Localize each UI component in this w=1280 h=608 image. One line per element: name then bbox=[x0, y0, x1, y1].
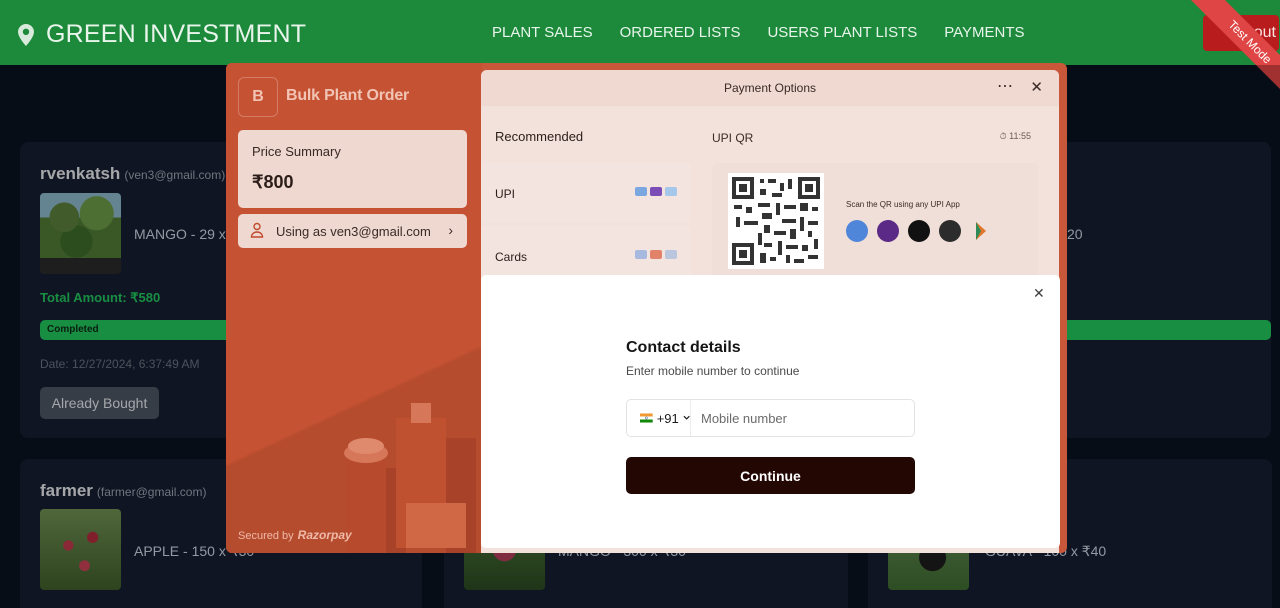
mastercard-icon bbox=[650, 250, 662, 259]
qr-panel: Scan the QR using any UPI App bbox=[712, 163, 1038, 278]
phonepe-icon bbox=[877, 220, 899, 242]
secured-by-label: Secured by bbox=[238, 530, 294, 542]
paytm-icon bbox=[939, 220, 961, 242]
contact-subtitle: Enter mobile number to continue bbox=[626, 364, 800, 378]
bhim-icon bbox=[970, 220, 992, 242]
nav-link-payments[interactable]: PAYMENTS bbox=[944, 24, 1024, 41]
contact-details-dialog: ✕ Contact details Enter mobile number to… bbox=[481, 275, 1060, 548]
nav-links: PLANT SALES ORDERED LISTS USERS PLANT LI… bbox=[492, 24, 1025, 41]
nav-link-users-plant-lists[interactable]: USERS PLANT LISTS bbox=[767, 24, 917, 41]
phone-field: +91 bbox=[626, 399, 915, 437]
qr-timer: ⏱ 11:55 bbox=[1000, 131, 1031, 142]
country-code-select[interactable]: +91 bbox=[627, 400, 691, 436]
bhim-logo-icon bbox=[976, 222, 986, 240]
price-summary-label: Price Summary bbox=[252, 144, 341, 159]
payment-options-header: Payment Options ⋯ ✕ bbox=[481, 70, 1059, 106]
using-as-row[interactable]: Using as ven3@gmail.com › bbox=[238, 214, 467, 248]
more-options-icon[interactable]: ⋯ bbox=[997, 76, 1013, 96]
user-icon bbox=[250, 222, 264, 238]
brand[interactable]: GREEN INVESTMENT bbox=[18, 20, 306, 49]
price-amount: ₹800 bbox=[252, 172, 294, 192]
nav-link-plant-sales[interactable]: PLANT SALES bbox=[492, 24, 593, 41]
timer-icon: ⏱ bbox=[999, 131, 1007, 141]
buildings-illustration-icon bbox=[344, 403, 476, 553]
price-summary-card: Price Summary ₹800 bbox=[238, 130, 467, 208]
mobile-number-input[interactable] bbox=[691, 400, 914, 436]
payment-options-title: Payment Options bbox=[723, 81, 817, 95]
rupay-icon bbox=[665, 250, 677, 259]
close-icon[interactable]: ✕ bbox=[1030, 78, 1043, 96]
merchant-logo: B bbox=[238, 77, 278, 117]
using-as-text: Using as ven3@gmail.com bbox=[276, 224, 431, 239]
close-icon[interactable]: ✕ bbox=[1033, 285, 1045, 302]
secured-by: Secured by Razorpay bbox=[238, 528, 352, 542]
card-network-icons bbox=[635, 250, 677, 259]
recommended-label: Recommended bbox=[495, 129, 584, 144]
gpay-icon bbox=[846, 220, 868, 242]
top-navbar: GREEN INVESTMENT PLANT SALES ORDERED LIS… bbox=[0, 0, 1280, 100]
phonepe-icon bbox=[650, 187, 662, 196]
country-code: +91 bbox=[656, 410, 679, 426]
cred-icon bbox=[908, 220, 930, 242]
payment-method-upi[interactable]: UPI bbox=[481, 163, 691, 223]
visa-icon bbox=[635, 250, 647, 259]
qr-timer-text: 11:55 bbox=[1009, 131, 1031, 141]
checkout-sidebar: B Bulk Plant Order Price Summary ₹800 Us… bbox=[226, 63, 482, 553]
upi-app-icons bbox=[635, 187, 677, 196]
merchant-name: Bulk Plant Order bbox=[286, 87, 410, 104]
qr-hint-text: Scan the QR using any UPI App bbox=[846, 200, 960, 209]
razorpay-logo: Razorpay bbox=[297, 528, 352, 542]
upi-app-list bbox=[846, 220, 992, 242]
payment-method-label: UPI bbox=[495, 187, 516, 201]
upi-qr-label: UPI QR bbox=[712, 131, 754, 145]
qr-code-icon[interactable] bbox=[728, 173, 824, 269]
location-pin-icon bbox=[18, 23, 34, 46]
chevron-right-icon: › bbox=[448, 222, 453, 238]
payment-method-label: Cards bbox=[495, 250, 528, 264]
brand-title: GREEN INVESTMENT bbox=[46, 20, 307, 48]
nav-link-ordered-lists[interactable]: ORDERED LISTS bbox=[620, 24, 741, 41]
continue-button[interactable]: Continue bbox=[626, 457, 915, 494]
bhim-icon bbox=[665, 187, 677, 196]
india-flag-icon bbox=[640, 413, 653, 423]
gpay-icon bbox=[635, 187, 647, 196]
contact-title: Contact details bbox=[626, 339, 741, 356]
chevron-down-icon bbox=[683, 415, 690, 420]
